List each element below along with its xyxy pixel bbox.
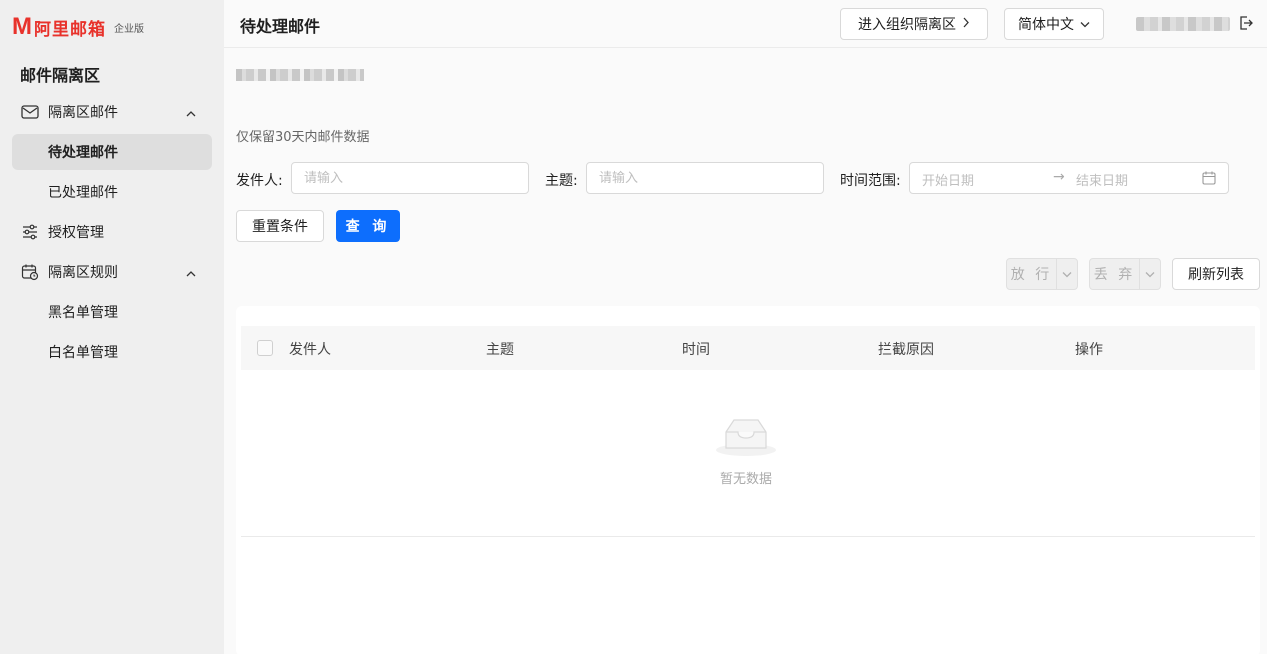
sidebar-item-quarantine-mail[interactable]: 隔离区邮件 (12, 94, 212, 130)
column-header-actions: 操作 (1075, 342, 1103, 358)
sidebar-item-label: 授权管理 (48, 225, 104, 241)
logo-mark: M (12, 13, 32, 40)
chevron-down-icon (1080, 16, 1090, 32)
header-bar: 待处理邮件 进入组织隔离区 简体中文 (224, 0, 1267, 48)
sliders-icon (20, 222, 40, 242)
sidebar: M 阿里邮箱 企业版 邮件隔离区 隔离区邮件 待处理邮件 已处理邮件 授权管理 … (0, 0, 224, 654)
sidebar-item-quarantine-rules[interactable]: 隔离区规则 (12, 254, 212, 290)
sidebar-item-label: 待处理邮件 (48, 145, 118, 161)
page-title: 待处理邮件 (240, 17, 321, 36)
main-content: 仅保留30天内邮件数据 发件人: 主题: 时间范围: 开始日期 → 结束日期 重… (224, 48, 1267, 654)
discard-split-button[interactable]: 丢 弃 (1089, 258, 1161, 290)
subject-label: 主题: (545, 173, 578, 189)
column-header-reason[interactable]: 拦截原因 (878, 339, 934, 359)
sidebar-item-pending-mail[interactable]: 待处理邮件 (12, 134, 212, 170)
org-button-label: 进入组织隔离区 (858, 17, 956, 33)
sender-input[interactable] (291, 162, 529, 194)
calendar-clock-icon (20, 262, 40, 282)
sidebar-item-whitelist[interactable]: 白名单管理 (12, 334, 212, 370)
enter-org-quarantine-button[interactable]: 进入组织隔离区 (840, 8, 988, 40)
column-header-sender[interactable]: 发件人 (289, 339, 331, 359)
sidebar-item-label: 隔离区邮件 (48, 105, 118, 121)
date-range-picker[interactable]: 开始日期 → 结束日期 (909, 162, 1229, 194)
time-range-label: 时间范围: (840, 173, 901, 189)
discard-button[interactable]: 丢 弃 (1090, 259, 1140, 289)
language-label: 简体中文 (1018, 17, 1074, 33)
sidebar-item-label: 白名单管理 (48, 345, 118, 361)
chevron-up-icon (186, 106, 196, 122)
mail-icon (20, 102, 40, 122)
chevron-up-icon (186, 266, 196, 282)
logout-icon[interactable] (1238, 15, 1254, 31)
mail-table: 发件人 主题 时间 拦截原因 操作 暂无数据 (236, 306, 1260, 654)
table-header: 发件人 主题 时间 拦截原因 操作 (241, 326, 1255, 370)
empty-inbox-icon (714, 419, 778, 462)
brand-logo[interactable]: M 阿里邮箱 企业版 (12, 14, 144, 40)
reset-button[interactable]: 重置条件 (236, 210, 324, 242)
language-select[interactable]: 简体中文 (1004, 8, 1104, 40)
subject-input[interactable] (586, 162, 824, 194)
empty-text: 暂无数据 (719, 472, 772, 487)
sidebar-item-label: 已处理邮件 (48, 185, 118, 201)
refresh-list-button[interactable]: 刷新列表 (1172, 258, 1260, 290)
logo-text: 阿里邮箱 (34, 19, 106, 40)
sidebar-item-label: 黑名单管理 (48, 305, 118, 321)
sidebar-item-authorization[interactable]: 授权管理 (12, 214, 212, 250)
user-account-redacted[interactable] (1136, 17, 1230, 31)
sidebar-item-label: 隔离区规则 (48, 265, 118, 281)
start-date-input[interactable]: 开始日期 (922, 170, 974, 189)
chevron-right-icon (962, 16, 970, 32)
chevron-down-icon[interactable] (1057, 259, 1077, 289)
calendar-icon (1202, 171, 1216, 189)
sidebar-section-title: 邮件隔离区 (20, 66, 101, 85)
table-divider (241, 536, 1255, 537)
empty-state: 暂无数据 (706, 414, 786, 487)
retention-note: 仅保留30天内邮件数据 (236, 130, 370, 145)
redacted-account-info (236, 69, 364, 81)
arrow-right-icon: → (1053, 169, 1065, 185)
sidebar-item-processed-mail[interactable]: 已处理邮件 (12, 174, 212, 210)
sender-label: 发件人: (236, 173, 283, 189)
query-button[interactable]: 查 询 (336, 210, 400, 242)
end-date-input[interactable]: 结束日期 (1076, 170, 1128, 189)
chevron-down-icon[interactable] (1140, 259, 1160, 289)
release-split-button[interactable]: 放 行 (1006, 258, 1078, 290)
column-header-subject[interactable]: 主题 (486, 339, 514, 359)
release-button[interactable]: 放 行 (1007, 259, 1057, 289)
sidebar-item-blacklist[interactable]: 黑名单管理 (12, 294, 212, 330)
column-header-time[interactable]: 时间 (682, 339, 710, 359)
logo-edition: 企业版 (114, 23, 144, 35)
select-all-checkbox[interactable] (257, 340, 273, 356)
